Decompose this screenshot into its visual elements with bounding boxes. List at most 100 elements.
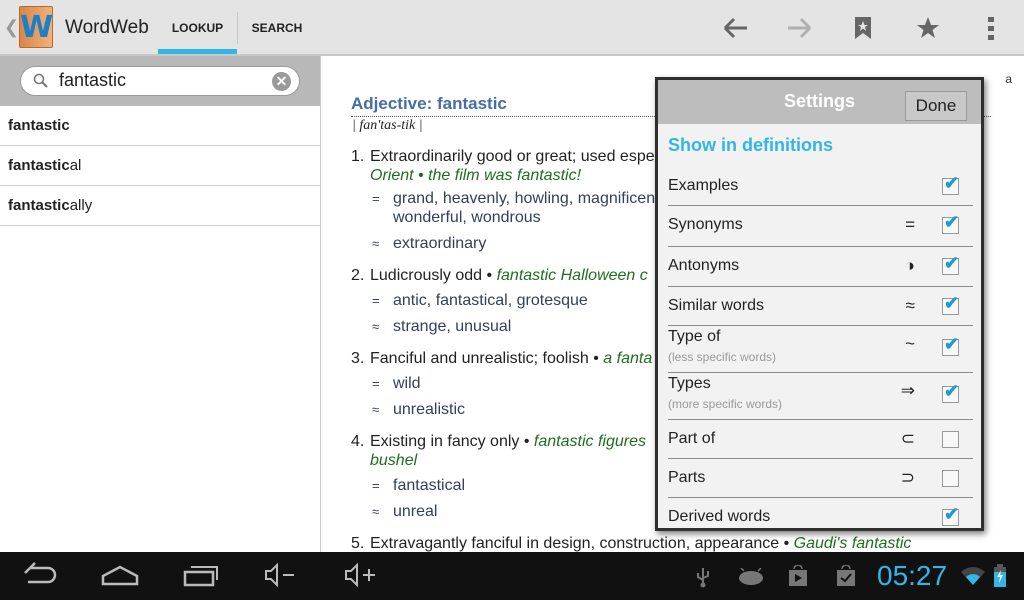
sense-number: 5.: [351, 535, 365, 552]
similar-symbol: ≈: [372, 504, 380, 519]
sense-text: Extraordinarily good or great; used espe: [370, 148, 655, 165]
settings-header: Settings Done: [658, 80, 981, 124]
wifi-icon: [961, 567, 985, 585]
option-checkbox[interactable]: [942, 381, 959, 403]
settings-option[interactable]: Similar words ≈: [668, 287, 973, 326]
sense-number: 3.: [351, 350, 365, 367]
section-heading: Show in definitions: [668, 135, 833, 155]
back-arrow-icon[interactable]: [718, 10, 754, 46]
search-box: ✕: [20, 66, 300, 96]
synonym-list[interactable]: fantastical: [393, 477, 465, 494]
option-checkbox[interactable]: [942, 212, 959, 234]
synonym-list[interactable]: wonderful, wondrous: [393, 209, 541, 226]
sense-example: Gaudi's fantastic: [793, 535, 912, 552]
settings-option[interactable]: Type of (less specific words) ~: [668, 326, 973, 373]
option-checkbox[interactable]: [942, 431, 959, 448]
home-icon[interactable]: [100, 562, 140, 588]
overflow-menu-icon[interactable]: [973, 10, 1009, 46]
match-text: fantastic: [8, 117, 70, 134]
recent-apps-icon[interactable]: [183, 562, 219, 588]
option-symbol: ⇒: [900, 381, 915, 400]
similar-words: ≈ strange, unusual: [372, 317, 511, 336]
forward-arrow-icon[interactable]: [781, 10, 817, 46]
wordweb-logo[interactable]: W: [19, 6, 53, 48]
settings-option[interactable]: Parts ⊃: [668, 459, 973, 498]
option-checkbox[interactable]: [942, 470, 959, 487]
synonyms: = wild: [372, 374, 421, 393]
option-symbol: ⊂: [900, 429, 915, 448]
volume-up-icon[interactable]: [344, 562, 378, 588]
list-item[interactable]: fantastical: [0, 146, 320, 186]
similar-symbol: ≈: [372, 236, 380, 251]
similar-list[interactable]: extraordinary: [393, 235, 486, 252]
option-symbol: =: [905, 215, 915, 234]
list-item[interactable]: fantastically: [0, 186, 320, 226]
similar-list[interactable]: unreal: [393, 503, 437, 520]
settings-option[interactable]: Types (more specific words) ⇒: [668, 373, 973, 420]
battery-charging-icon: [994, 564, 1006, 587]
synonyms: = fantastical: [372, 476, 465, 495]
back-icon[interactable]: [22, 562, 58, 588]
tab-search[interactable]: SEARCH: [242, 0, 312, 54]
search-input[interactable]: [59, 70, 259, 91]
synonym-list[interactable]: grand, heavenly, howling, magnificen: [393, 190, 655, 207]
settings-option[interactable]: Part of ⊂: [668, 420, 973, 459]
synonym-list[interactable]: antic, fantastical, grotesque: [393, 292, 588, 309]
settings-option[interactable]: Derived words: [668, 498, 973, 537]
list-item[interactable]: fantastic: [0, 106, 320, 146]
settings-dialog: Settings Done Show in definitions Exampl…: [655, 77, 984, 531]
option-checkbox[interactable]: [942, 504, 959, 526]
similar-words: ≈ extraordinary: [372, 234, 486, 253]
similar-list[interactable]: unrealistic: [393, 401, 465, 418]
option-checkbox[interactable]: [942, 173, 959, 195]
sense-text: Existing in fancy only •: [370, 433, 530, 450]
synonyms: = antic, fantastical, grotesque: [372, 291, 588, 310]
similar-symbol: ≈: [372, 319, 380, 334]
option-checkbox[interactable]: [942, 253, 959, 275]
done-button[interactable]: Done: [905, 91, 967, 121]
sense-text: Fanciful and unrealistic; foolish •: [370, 350, 599, 367]
tab-lookup[interactable]: LOOKUP: [158, 0, 237, 54]
tab-divider: [237, 12, 238, 44]
settings-option[interactable]: Synonyms =: [668, 206, 973, 247]
sense-example: a fanta: [603, 350, 653, 367]
sense-text: Extravagantly fanciful in design, constr…: [370, 535, 790, 552]
option-label: Parts: [668, 469, 706, 486]
option-checkbox[interactable]: [942, 334, 959, 356]
option-checkbox[interactable]: [942, 293, 959, 315]
system-navigation-bar: 05:27: [0, 552, 1024, 600]
sense-example: fantastic Halloween c: [496, 267, 648, 284]
pronunciation: | fan'tas-tik |: [352, 118, 423, 133]
synonym-symbol: =: [372, 293, 380, 308]
clock: 05:27: [877, 560, 948, 591]
match-text: fantastic: [8, 157, 70, 174]
similar-list[interactable]: strange, unusual: [393, 318, 511, 335]
option-symbol: ~: [905, 334, 915, 353]
up-chevron-icon[interactable]: ❮: [4, 17, 19, 38]
option-label: Antonyms: [668, 257, 740, 274]
synonyms: = grand, heavenly, howling, magnificen won…: [372, 189, 655, 227]
settings-option[interactable]: Antonyms ◑: [668, 247, 973, 287]
settings-option[interactable]: Examples: [668, 167, 973, 206]
similar-words: ≈ unreal: [372, 502, 437, 521]
clear-search-icon[interactable]: ✕: [272, 72, 291, 91]
option-label: Part of: [668, 430, 716, 447]
match-text: fantastic: [8, 197, 70, 214]
action-bar: ❮ W WordWeb LOOKUP SEARCH: [0, 0, 1024, 56]
synonym-list[interactable]: wild: [393, 375, 421, 392]
option-sublabel: (more specific words): [668, 397, 783, 411]
option-symbol: ≈: [905, 296, 915, 315]
option-label: Derived words: [668, 508, 771, 525]
synonym-symbol: =: [372, 376, 380, 391]
synonym-symbol: =: [372, 478, 380, 493]
star-icon[interactable]: [910, 10, 946, 46]
app-title: WordWeb: [65, 17, 149, 38]
option-label: Synonyms: [668, 216, 743, 233]
volume-down-icon[interactable]: [264, 562, 298, 588]
similar-symbol: ≈: [372, 402, 380, 417]
results-panel: ✕ fantastic fantastical fantastically: [0, 56, 321, 552]
sense-example: fantastic figures: [533, 433, 646, 450]
option-label: Examples: [668, 177, 739, 194]
play-store-icon: [789, 565, 807, 586]
add-bookmark-icon[interactable]: [845, 10, 881, 46]
